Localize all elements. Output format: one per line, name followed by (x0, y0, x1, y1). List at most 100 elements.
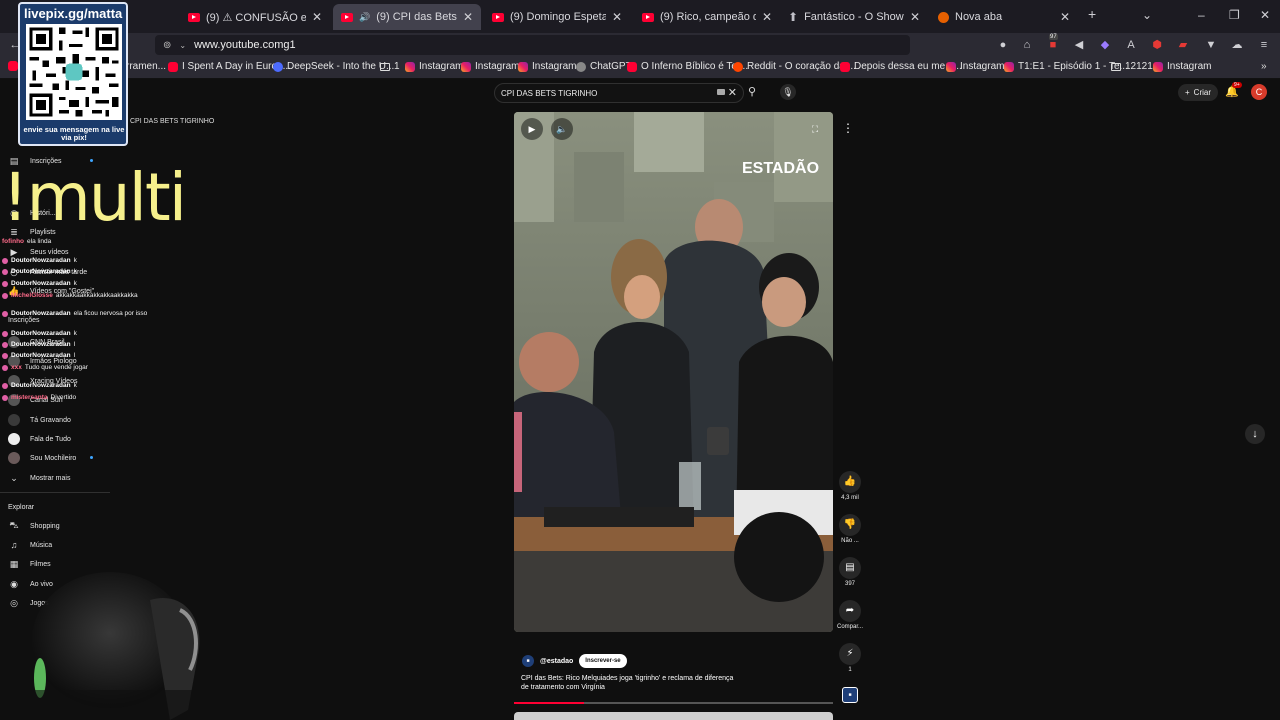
close-icon[interactable]: ✕ (612, 10, 622, 24)
close-icon[interactable]: ✕ (910, 10, 920, 24)
sidebar-item-music[interactable]: ♫ Música (8, 539, 53, 551)
account-icon[interactable]: ● (996, 38, 1010, 52)
chat-message: MichelGlosse akkakkaakkakkakkaakkakka (2, 292, 138, 299)
dislike-action[interactable]: 👎 Não ... (836, 514, 864, 544)
tab-label: (9) Rico, campeão de A Fazenda (660, 11, 756, 23)
remix-action[interactable]: ⚡ 1 (836, 643, 864, 673)
bookmark[interactable]: Reddit - O coração da ... (733, 61, 856, 72)
volume-icon[interactable]: 🔈 (551, 118, 573, 140)
extension-a-icon[interactable]: A (1124, 38, 1138, 52)
bookmark[interactable]: T1:E1 - Episódio 1 - Te... (1004, 61, 1128, 72)
keyboard-icon[interactable] (717, 89, 725, 95)
menu-icon[interactable]: ≡ (1257, 38, 1271, 52)
thumbs-up-icon[interactable]: 👍 (839, 471, 861, 493)
browser-tab[interactable]: ⬆ Fantástico - O Show da Vida ✕ (780, 4, 928, 30)
bookmark[interactable]: DeepSeek - Into the U... (273, 61, 394, 72)
minimize-icon[interactable]: – (1198, 8, 1205, 22)
play-icon[interactable]: ▶ (521, 118, 543, 140)
share-action[interactable]: ➦ Compar... (836, 600, 864, 630)
sidebar-section-explore: Explorar (8, 504, 35, 511)
chat-badge-icon (2, 382, 8, 389)
channel-avatar[interactable]: ■ (522, 655, 534, 667)
bookmark[interactable]: Instagram (405, 61, 463, 72)
share-icon[interactable]: ➦ (839, 600, 861, 622)
browser-tab[interactable]: (9) Rico, campeão de A Fazenda ✕ (634, 4, 780, 30)
create-button[interactable]: + Criar (1178, 84, 1219, 101)
clear-search-icon[interactable]: ✕ (728, 86, 737, 99)
search-input[interactable]: CPI DAS BETS TIGRINHO ✕ (494, 83, 744, 103)
bookmark-folder[interactable]: 1 (380, 61, 400, 72)
channel-handle[interactable]: @estadao (540, 658, 573, 665)
tab-list-chevron-icon[interactable]: ⌄ (1142, 8, 1152, 22)
adblock-icon[interactable]: ⬢ (1150, 38, 1164, 52)
avatar[interactable]: C (1251, 84, 1267, 100)
audio-source-thumbnail[interactable]: ■ (842, 687, 858, 703)
fullscreen-icon[interactable]: ⛶ (804, 118, 826, 140)
bookmark[interactable]: rramen... (126, 61, 166, 72)
address-bar[interactable]: ⊚ ⌄ www.youtube.comg1 (155, 35, 910, 55)
remix-icon[interactable]: ⚡ (839, 643, 861, 665)
bookmark[interactable]: Instagram (461, 61, 519, 72)
close-icon[interactable]: ✕ (762, 10, 772, 24)
bookmark-folder[interactable]: 12121 (1111, 61, 1153, 72)
shorts-video-player[interactable]: ▶ 🔈 ⛶ ESTADÃO (514, 112, 833, 632)
browser-tab[interactable]: (9) Domingo Espetacular - YouT ✕ (484, 4, 630, 30)
youtube-icon (627, 61, 637, 72)
sidebar-item-channel[interactable]: Fala de Tudo (8, 433, 71, 445)
sidebar-item-channel[interactable]: Tá Gravando (8, 414, 71, 426)
bookmark[interactable]: Instagram (946, 61, 1004, 72)
comment-count: 397 (844, 581, 855, 587)
browser-tab-active[interactable]: 🔊 (9) CPI das Bets: Rico Melqu ✕ (333, 4, 481, 30)
youtube-bookmark-icon[interactable] (8, 61, 18, 71)
bookmark[interactable]: Instagram (1153, 61, 1211, 72)
sidebar-item-channel[interactable]: Sou Mochileiro (8, 452, 76, 464)
subscribe-button[interactable]: Inscrever-se (579, 654, 627, 668)
speaker-icon[interactable]: 🔊 (359, 12, 370, 23)
site-info-icon[interactable]: ⊚ (163, 40, 171, 51)
close-icon[interactable]: ✕ (463, 10, 473, 24)
like-action[interactable]: 👍 4,3 mil (836, 471, 864, 501)
extension-icon[interactable]: ⌂ (1020, 38, 1034, 52)
extension-favicon-icon: ⬆ (788, 10, 799, 24)
short-title[interactable]: CPI das Bets: Rico Melquiades joga 'tigr… (521, 674, 741, 692)
bookmark[interactable]: Depois dessa eu me a... (840, 61, 962, 72)
bookmark[interactable]: ChatGPT (576, 61, 632, 72)
tab-label: (9) Domingo Espetacular - YouT (510, 11, 606, 23)
next-short-preview[interactable] (514, 712, 833, 720)
instagram-icon (1004, 61, 1014, 72)
sidebar-item-show-more[interactable]: ⌄ Mostrar mais (8, 472, 70, 484)
new-tab-icon[interactable]: + (1088, 6, 1096, 22)
browser-tab[interactable]: Nova aba ✕ (930, 4, 1078, 30)
filter-icon[interactable]: ▼ (1204, 38, 1218, 52)
volume-icon[interactable]: ◀ (1072, 38, 1086, 52)
extension-off-icon[interactable]: ☁ (1230, 38, 1244, 52)
comment-icon[interactable]: ▤ (839, 557, 861, 579)
estadao-logo: ESTADÃO (742, 160, 820, 177)
chevron-down-icon[interactable]: ⌄ (179, 41, 186, 50)
comments-action[interactable]: ▤ 397 (836, 557, 864, 587)
extension-red-icon[interactable]: ■ (1046, 38, 1060, 52)
chat-message: DoutorNowzaradan k (2, 382, 77, 389)
close-icon[interactable]: ✕ (312, 10, 322, 24)
sidebar-item-shopping[interactable]: ⛍ Shopping (8, 520, 59, 532)
mic-icon[interactable]: 🎙 (780, 84, 796, 100)
search-icon[interactable]: ⚲ (748, 85, 756, 98)
thumbs-down-icon[interactable]: 👎 (839, 514, 861, 536)
extension-purple-icon[interactable]: ◆ (1098, 38, 1112, 52)
more-options-icon[interactable]: ⋮ (842, 121, 854, 135)
more-bookmarks-icon[interactable]: » (1261, 61, 1267, 72)
bookmark[interactable]: Instagram (518, 61, 576, 72)
close-icon[interactable]: ✕ (1060, 10, 1070, 24)
browser-tab[interactable]: (9) ⚠ CONFUSÃO em oficina b ✕ (180, 4, 330, 30)
url-text[interactable]: www.youtube.comg1 (194, 39, 296, 51)
streamer-webcam (0, 560, 290, 720)
create-label: Criar (1193, 88, 1212, 97)
qr-code-icon (26, 24, 122, 120)
window-close-icon[interactable]: ✕ (1260, 8, 1270, 22)
chat-command-overlay: !multi (2, 159, 187, 236)
bookmark[interactable]: O Inferno Bíblico é Ter... (627, 61, 748, 72)
video-progress-bar[interactable] (514, 702, 833, 704)
arrow-down-icon[interactable]: ↓ (1245, 424, 1265, 444)
extension-stripe-icon[interactable]: ▰ (1176, 38, 1190, 52)
maximize-icon[interactable]: ❐ (1229, 8, 1240, 22)
